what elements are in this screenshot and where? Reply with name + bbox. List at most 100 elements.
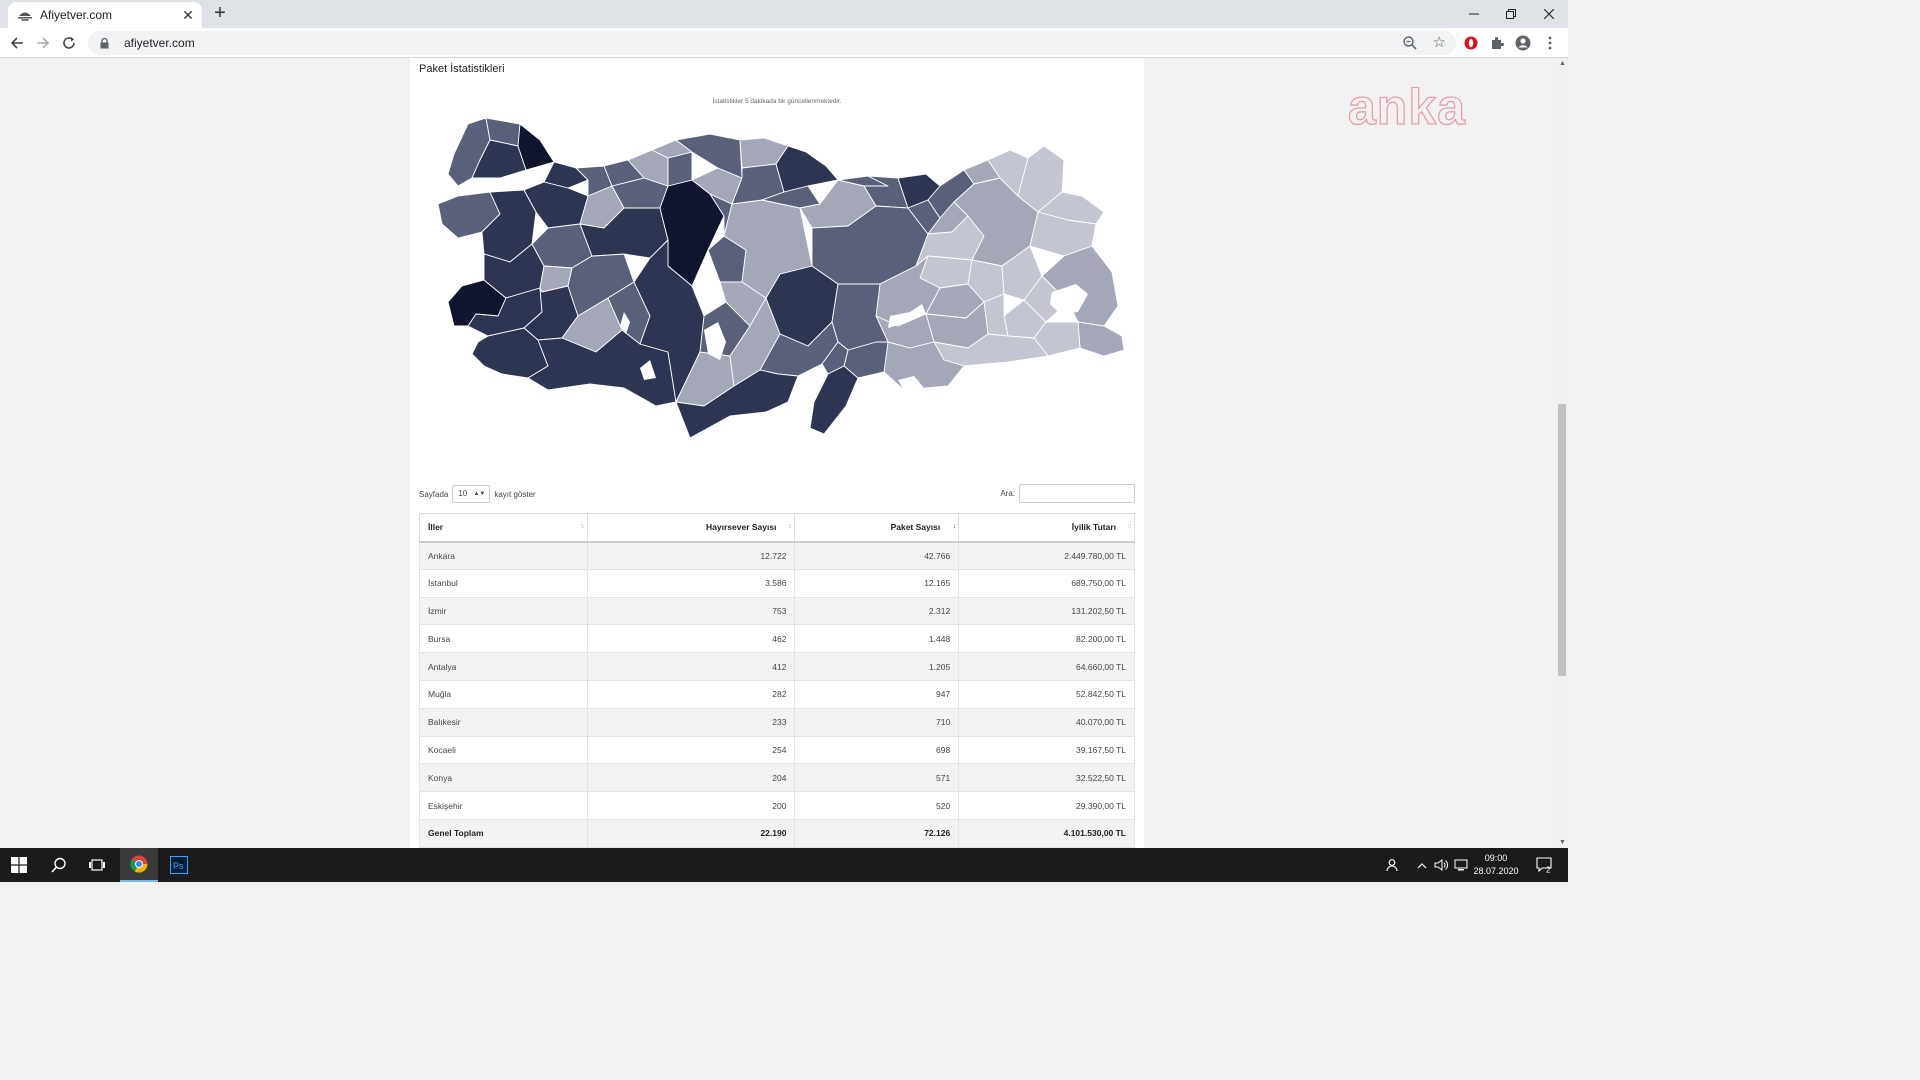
cell-amount: 2.449.780,00 TL xyxy=(958,541,1135,570)
section-title: Paket İstatistikleri xyxy=(419,63,505,75)
restore-button[interactable] xyxy=(1492,0,1530,28)
tab-strip: Afiyetver.com ✕ + xyxy=(0,0,1568,28)
cell-packages: 947 xyxy=(794,679,960,709)
cell-city: Kocaeli xyxy=(419,735,588,765)
cell-donors: 12.722 xyxy=(586,541,796,570)
cell-amount: 32.522,50 TL xyxy=(958,763,1135,793)
taskbar-clock[interactable]: 09:00 28.07.2020 xyxy=(1472,852,1520,878)
table-row: Eskişehir 200 520 29.390,00 TL xyxy=(419,791,1135,820)
cell-packages: 2.312 xyxy=(794,596,960,626)
start-button[interactable] xyxy=(0,848,38,882)
profile-avatar-icon[interactable] xyxy=(1515,35,1531,51)
sort-icon: ↑↓ xyxy=(1127,523,1132,530)
cell-total-amount: 4.101.530,00 TL xyxy=(958,818,1135,848)
map-province-samsun[interactable] xyxy=(775,145,839,193)
scroll-down-arrow-icon[interactable]: ▼ xyxy=(1559,839,1566,846)
cell-city: İzmir xyxy=(419,596,588,626)
cell-city: Bursa xyxy=(419,624,588,654)
volume-icon[interactable] xyxy=(1432,848,1450,882)
cell-donors: 753 xyxy=(586,596,796,626)
table-row: Konya 204 571 32.522,50 TL xyxy=(419,763,1135,793)
cell-packages: 710 xyxy=(794,707,960,737)
turkey-province-map[interactable] xyxy=(428,116,1128,486)
window-close-button[interactable] xyxy=(1530,0,1568,28)
search-input[interactable] xyxy=(1019,484,1135,503)
cell-donors: 204 xyxy=(586,763,796,793)
network-icon[interactable] xyxy=(1452,848,1470,882)
cell-donors: 233 xyxy=(586,707,796,737)
search-icon[interactable] xyxy=(40,848,78,882)
column-header-label: İyilik Tutarı xyxy=(1071,522,1116,533)
reload-button[interactable] xyxy=(58,32,80,54)
zoom-icon[interactable] xyxy=(1402,35,1418,51)
cell-total-label: Genel Toplam xyxy=(419,818,588,848)
cell-donors: 462 xyxy=(586,624,796,654)
table-row: Muğla 282 947 52.842,50 TL xyxy=(419,679,1135,709)
statistics-card: Paket İstatistikleri İstatistikler 5 dak… xyxy=(410,58,1144,848)
task-view-icon[interactable] xyxy=(78,848,116,882)
bookmark-star-icon[interactable]: ☆ xyxy=(1433,34,1446,51)
tab-close-icon[interactable]: ✕ xyxy=(180,7,196,23)
stats-table: İller ↑↓ Hayırsever Sayısı ↑↓ Paket Sayısı… xyxy=(419,513,1135,848)
table-search: Ara: xyxy=(1000,484,1135,503)
map-province-hatay[interactable] xyxy=(809,365,859,435)
forward-button[interactable] xyxy=(32,32,54,54)
clock-time: 09:00 xyxy=(1484,853,1508,863)
cell-amount: 29.390,00 TL xyxy=(958,791,1135,820)
table-row: Balıkesir 233 710 40.070,00 TL xyxy=(419,707,1135,737)
cell-total-donors: 22.190 xyxy=(586,818,796,848)
map-province-hakkari[interactable] xyxy=(1077,321,1125,357)
back-button[interactable] xyxy=(6,32,28,54)
page-length-value: 10 xyxy=(458,489,468,498)
scroll-up-arrow-icon[interactable]: ▲ xyxy=(1559,60,1566,67)
cell-city: Balıkesir xyxy=(419,707,588,737)
people-icon[interactable] xyxy=(1384,848,1402,882)
sort-icon: ↑↓ xyxy=(787,523,792,530)
cell-packages: 1.205 xyxy=(794,652,960,681)
table-row: Ankara 12.722 42.766 2.449.780,00 TL xyxy=(419,541,1135,570)
cell-amount: 64.660,00 TL xyxy=(958,652,1135,681)
notification-center-icon[interactable]: 2 xyxy=(1533,848,1557,882)
column-header-cities[interactable]: İller ↑↓ xyxy=(419,513,588,543)
column-header-donors[interactable]: Hayırsever Sayısı ↑↓ xyxy=(586,513,796,543)
cell-packages: 520 xyxy=(794,791,960,820)
extensions-puzzle-icon[interactable] xyxy=(1489,35,1505,51)
cell-city: İstanbul xyxy=(419,568,588,598)
column-header-packages[interactable]: Paket Sayısı ↓ xyxy=(794,513,960,543)
cell-amount: 52.842,50 TL xyxy=(958,679,1135,709)
browser-toolbar: afiyetver.com ☆ xyxy=(0,28,1568,58)
cell-amount: 82.200,00 TL xyxy=(958,624,1135,654)
opera-extension-icon[interactable] xyxy=(1463,35,1479,51)
browser-menu-icon[interactable] xyxy=(1542,35,1558,51)
cell-donors: 254 xyxy=(586,735,796,765)
cell-city: Muğla xyxy=(419,679,588,709)
update-note: İstatistikler 5 dakikada bir güncellenme… xyxy=(712,98,842,105)
cell-packages: 698 xyxy=(794,735,960,765)
page-length-select[interactable]: 10 ▲▼ xyxy=(452,485,491,503)
cell-donors: 3.586 xyxy=(586,568,796,598)
tab-title: Afiyetver.com xyxy=(40,8,113,22)
browser-tab[interactable]: Afiyetver.com ✕ xyxy=(8,2,202,28)
anka-watermark-logo: anka xyxy=(1347,78,1466,135)
table-row: Antalya 412 1.205 64.660,00 TL xyxy=(419,652,1135,681)
column-header-label: İller xyxy=(428,522,444,533)
minimize-button[interactable] xyxy=(1455,0,1493,28)
cell-amount: 40.070,00 TL xyxy=(958,707,1135,737)
new-tab-button[interactable]: + xyxy=(210,3,230,24)
show-hidden-icons-chevron-icon[interactable] xyxy=(1413,848,1431,882)
cell-packages: 12.165 xyxy=(794,568,960,598)
scrollbar-thumb[interactable] xyxy=(1558,404,1566,676)
cell-total-packages: 72.126 xyxy=(794,818,960,848)
select-arrows-icon: ▲▼ xyxy=(473,491,486,497)
table-header-row: İller ↑↓ Hayırsever Sayısı ↑↓ Paket Sayısı… xyxy=(419,513,1135,543)
column-header-amount[interactable]: İyilik Tutarı ↑↓ xyxy=(958,513,1135,543)
address-bar[interactable]: afiyetver.com ☆ xyxy=(88,31,1456,55)
cell-city: Antalya xyxy=(419,652,588,681)
table-row: Kocaeli 254 698 39.167,50 TL xyxy=(419,735,1135,765)
table-row: İstanbul 3.586 12.165 689.750,00 TL xyxy=(419,568,1135,598)
lock-icon[interactable] xyxy=(98,37,110,49)
page-scrollbar[interactable]: ▲ ▼ xyxy=(1556,58,1568,848)
chrome-taskbar-icon[interactable] xyxy=(120,848,158,882)
photoshop-taskbar-icon[interactable]: Ps xyxy=(160,848,198,882)
map-province-istanbul[interactable] xyxy=(517,123,555,171)
